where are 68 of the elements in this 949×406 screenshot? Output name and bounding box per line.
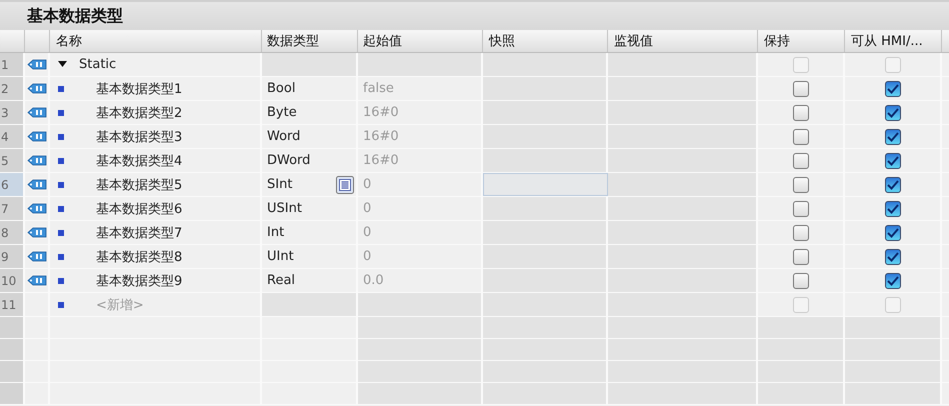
retain-checkbox[interactable]	[792, 224, 808, 240]
hmi-access-checkbox[interactable]	[884, 248, 900, 264]
square-icon	[58, 86, 64, 92]
row-number: 10	[0, 269, 25, 292]
collapse-triangle-icon[interactable]	[58, 61, 67, 68]
block-title: 基本数据类型	[27, 6, 123, 26]
hmi-access-checkbox[interactable]	[884, 176, 900, 192]
column-header[interactable]: 数据类型	[262, 30, 358, 52]
retain-checkbox[interactable]	[792, 176, 808, 192]
tag-name[interactable]: 基本数据类型7	[96, 224, 182, 242]
row-number: 6	[0, 173, 25, 196]
data-type[interactable]: Int	[267, 225, 284, 240]
tag-name[interactable]: 基本数据类型1	[96, 80, 182, 98]
row-number: 4	[0, 125, 25, 148]
data-type[interactable]: UInt	[267, 249, 294, 264]
column-header[interactable]: 监视值	[608, 30, 758, 52]
column-header[interactable]: 名称	[50, 30, 262, 52]
row-number: 1	[0, 53, 25, 76]
tag-name[interactable]: 基本数据类型5	[96, 176, 182, 194]
retain-checkbox[interactable]	[792, 152, 808, 168]
square-icon	[58, 254, 64, 260]
column-header[interactable]: 可从 HMI/...	[845, 30, 942, 52]
hmi-access-checkbox[interactable]	[884, 128, 900, 144]
square-icon	[58, 302, 64, 308]
column-header[interactable]: 保持	[758, 30, 845, 52]
hmi-access-checkbox[interactable]	[884, 272, 900, 288]
hmi-access-checkbox[interactable]	[884, 80, 900, 96]
data-type[interactable]: USInt	[267, 201, 302, 216]
retain-checkbox[interactable]	[792, 128, 808, 144]
row-number: 3	[0, 101, 25, 124]
tag-name[interactable]: Static	[79, 57, 116, 72]
data-type[interactable]: Byte	[267, 105, 297, 120]
square-icon	[58, 230, 64, 236]
hmi-access-checkbox[interactable]	[884, 104, 900, 120]
square-icon	[58, 206, 64, 212]
row-number: 8	[0, 221, 25, 244]
retain-checkbox[interactable]	[792, 104, 808, 120]
data-type[interactable]: Bool	[267, 81, 296, 96]
column-header[interactable]: 快照	[483, 30, 608, 52]
tag-name[interactable]: 基本数据类型2	[96, 104, 182, 122]
retain-checkbox[interactable]	[792, 200, 808, 216]
square-icon	[58, 182, 64, 188]
square-icon	[58, 110, 64, 116]
tag-name[interactable]: 基本数据类型6	[96, 200, 182, 218]
retain-checkbox[interactable]	[792, 248, 808, 264]
column-header[interactable]: 起始值	[358, 30, 483, 52]
hmi-access-checkbox[interactable]	[884, 224, 900, 240]
data-type[interactable]: Word	[267, 129, 300, 144]
row-number: 2	[0, 77, 25, 100]
hmi-access-checkbox[interactable]	[884, 152, 900, 168]
row-number: 11	[0, 293, 25, 316]
tag-name[interactable]: 基本数据类型9	[96, 272, 182, 290]
row-number: 9	[0, 245, 25, 268]
tag-name[interactable]: 基本数据类型3	[96, 128, 182, 146]
square-icon	[58, 134, 64, 140]
row-number: 7	[0, 197, 25, 220]
retain-checkbox[interactable]	[792, 272, 808, 288]
data-type[interactable]: DWord	[267, 153, 310, 168]
tag-name[interactable]: 基本数据类型4	[96, 152, 182, 170]
list-icon[interactable]	[336, 176, 354, 194]
row-number: 5	[0, 149, 25, 172]
data-type[interactable]: SInt	[267, 177, 292, 192]
square-icon	[58, 158, 64, 164]
hmi-access-checkbox[interactable]	[884, 200, 900, 216]
tag-name[interactable]: 基本数据类型8	[96, 248, 182, 266]
square-icon	[58, 278, 64, 284]
retain-checkbox[interactable]	[792, 80, 808, 96]
data-type[interactable]: Real	[267, 273, 296, 288]
